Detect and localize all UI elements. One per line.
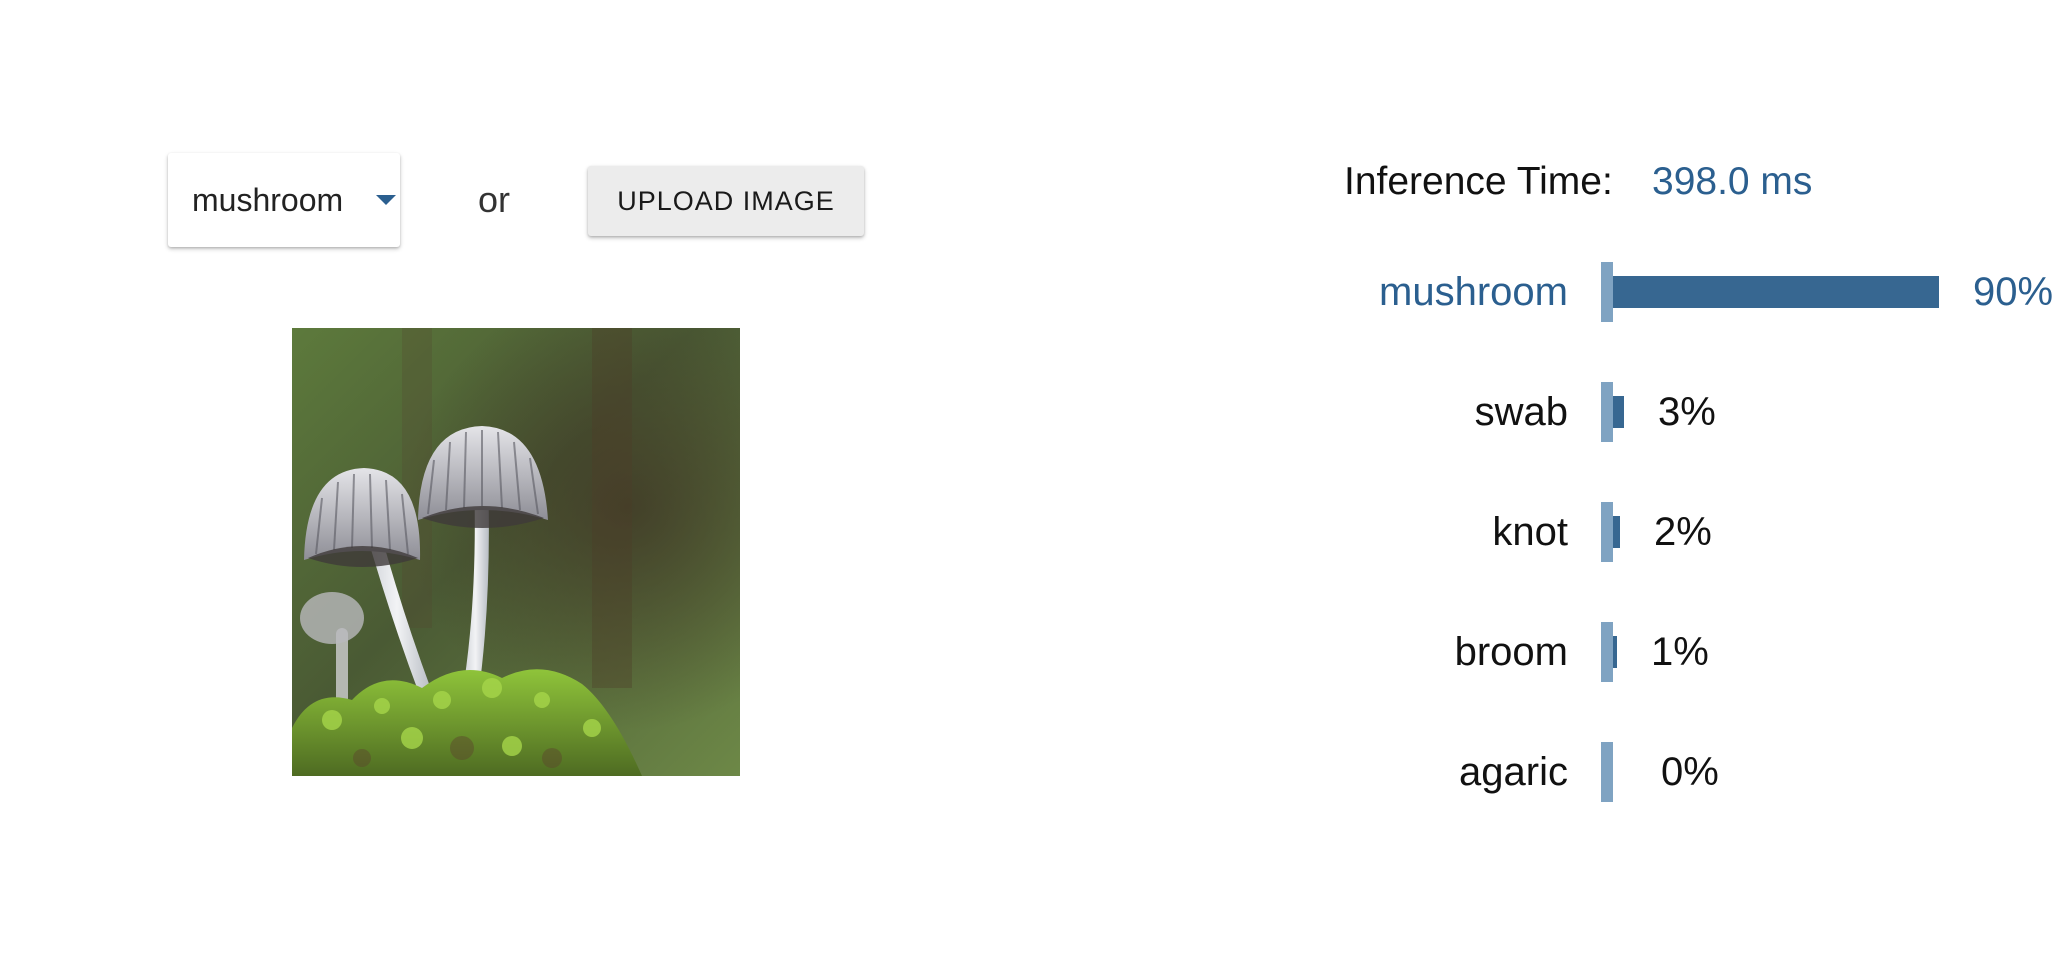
result-row: mushroom 90% [1300, 262, 2060, 322]
upload-image-button[interactable]: UPLOAD IMAGE [588, 166, 864, 236]
result-bar [1613, 636, 1617, 668]
result-percent: 2% [1654, 510, 1712, 554]
result-row: agaric 0% [1300, 742, 2060, 802]
result-percent: 3% [1658, 390, 1716, 434]
result-percent: 0% [1661, 750, 1719, 794]
result-label: mushroom [1379, 270, 1568, 314]
result-marker [1601, 742, 1613, 802]
select-value: mushroom [192, 182, 344, 218]
result-label: swab [1474, 390, 1568, 434]
result-marker [1601, 622, 1613, 682]
result-label: knot [1492, 510, 1568, 554]
preview-image [292, 328, 740, 776]
result-row: swab 3% [1300, 382, 2060, 442]
result-percent: 90% [1973, 270, 2054, 314]
result-marker [1601, 502, 1613, 562]
image-select-dropdown[interactable]: mushroom [168, 153, 400, 247]
result-bar [1613, 516, 1620, 548]
result-row: broom 1% [1300, 622, 2060, 682]
result-bar [1613, 276, 1939, 308]
result-label: agaric [1459, 750, 1568, 794]
result-bar [1613, 396, 1624, 428]
result-percent: 1% [1651, 630, 1709, 674]
inference-time-value: 398.0 ms [1652, 160, 1813, 203]
result-label: broom [1454, 630, 1568, 674]
caret-down-icon [376, 195, 396, 205]
result-marker [1601, 262, 1613, 322]
result-row: knot 2% [1300, 502, 2060, 562]
result-marker [1601, 382, 1613, 442]
inference-time-label: Inference Time: [1344, 160, 1613, 203]
or-separator: or [478, 179, 511, 220]
